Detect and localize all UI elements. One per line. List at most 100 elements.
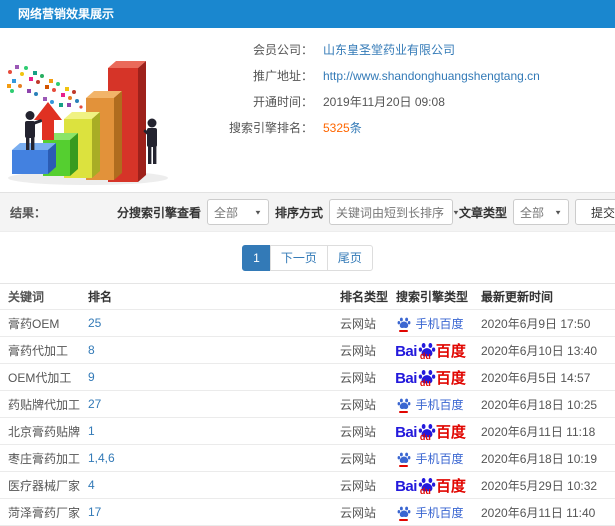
rank-cell: 9 bbox=[80, 370, 332, 384]
app-header: 网络营销效果展示 bbox=[0, 0, 615, 28]
next-page-button[interactable]: 下一页 bbox=[269, 245, 328, 271]
col-rank: 排名 bbox=[88, 290, 113, 304]
table-header-row: 关键词 排名 排名类型 搜索引擎类型 最新更新时间 bbox=[0, 283, 615, 310]
open-time-value: 2019年11月20日 09:08 bbox=[323, 95, 445, 109]
chevron-down-icon: ▼ bbox=[452, 208, 460, 216]
result-label: 结果： bbox=[10, 205, 47, 220]
engine-cell: 手机百度 bbox=[388, 450, 473, 467]
table-row: 医疗器械厂家 4 云网站 Bai du 百度 2020年5月29日 10:32 bbox=[0, 472, 615, 499]
info-row-rank-count: 搜索引擎排名： 5325条 bbox=[195, 120, 540, 137]
rank-count-value: 5325条 bbox=[323, 120, 362, 137]
engine-cell: 手机百度 bbox=[388, 504, 473, 521]
rank-link[interactable]: 4 bbox=[88, 478, 95, 492]
keyword-cell: 膏药代加工 bbox=[8, 343, 69, 358]
keyword-cell: 枣庄膏药加工 bbox=[8, 451, 81, 466]
updated-cell: 2020年6月10日 13:40 bbox=[481, 343, 598, 358]
info-row-open-time: 开通时间： 2019年11月20日 09:08 bbox=[195, 94, 540, 111]
table-row: 膏药OEM 25 云网站 手机百度 2020年6月9日 17:50 bbox=[0, 310, 615, 337]
updated-cell: 2020年6月11日 11:40 bbox=[481, 505, 596, 520]
rank-link[interactable]: 17 bbox=[88, 505, 101, 519]
promo-url-label: 推广地址： bbox=[252, 69, 313, 83]
engine-filter-select[interactable]: 全部 ▼ bbox=[206, 199, 269, 225]
rank-type-cell: 云网站 bbox=[340, 343, 377, 358]
rank-type-cell: 云网站 bbox=[340, 505, 377, 520]
keyword-cell: 北京膏药贴牌 bbox=[8, 424, 81, 439]
engine-cell: 手机百度 bbox=[388, 396, 473, 413]
rank-count-label: 搜索引擎排名： bbox=[228, 121, 313, 135]
rank-type-cell: 云网站 bbox=[340, 451, 377, 466]
keyword-cell: 菏泽膏药厂家 bbox=[8, 505, 81, 520]
rank-cell: 17 bbox=[80, 505, 332, 519]
rank-link[interactable]: 25 bbox=[88, 316, 101, 330]
baidu-logo: Bai du 百度 bbox=[395, 370, 466, 388]
chevron-down-icon: ▼ bbox=[554, 208, 562, 216]
table-row: OEM代加工 9 云网站 Bai du 百度 2020年6月5日 14:57 bbox=[0, 364, 615, 391]
baidu-paw-icon bbox=[398, 317, 411, 328]
company-link[interactable]: 山东皇圣堂药业有限公司 bbox=[323, 42, 455, 59]
rank-type-cell: 云网站 bbox=[340, 316, 377, 331]
updated-cell: 2020年6月18日 10:19 bbox=[481, 451, 598, 466]
rank-count-number: 5325 bbox=[323, 121, 350, 135]
updated-cell: 2020年6月11日 11:18 bbox=[481, 424, 596, 439]
rank-cell: 4 bbox=[80, 478, 332, 492]
results-table: 关键词 排名 排名类型 搜索引擎类型 最新更新时间 膏药OEM 25 云网站 手… bbox=[0, 283, 615, 526]
baidu-logo: Bai du 百度 bbox=[395, 343, 466, 361]
article-type-select[interactable]: 全部 ▼ bbox=[513, 199, 569, 225]
engine-filter-value: 全部 bbox=[213, 205, 238, 220]
open-time-label: 开通时间： bbox=[252, 95, 313, 109]
engine-cell: Bai du 百度 bbox=[388, 422, 473, 442]
updated-cell: 2020年6月5日 14:57 bbox=[481, 370, 591, 385]
rank-type-cell: 云网站 bbox=[340, 370, 377, 385]
table-row: 膏药代加工 8 云网站 Bai du 百度 2020年6月10日 13:40 bbox=[0, 337, 615, 364]
rank-cell: 1,4,6 bbox=[80, 451, 332, 465]
rank-type-cell: 云网站 bbox=[340, 397, 377, 412]
baidu-paw-icon bbox=[398, 398, 411, 409]
rank-cell: 1 bbox=[80, 424, 332, 438]
updated-cell: 2020年6月9日 17:50 bbox=[481, 316, 591, 331]
article-type-label: 文章类型 bbox=[458, 205, 507, 220]
table-row: 菏泽膏药厂家 17 云网站 手机百度 2020年6月11日 11:40 bbox=[0, 499, 615, 526]
rank-type-cell: 云网站 bbox=[340, 478, 377, 493]
col-updated: 最新更新时间 bbox=[481, 290, 554, 304]
sort-select[interactable]: 关键词由短到长排序 ▼ bbox=[328, 199, 460, 225]
rank-count-suffix: 条 bbox=[349, 121, 362, 135]
submit-button[interactable]: 提交 bbox=[575, 199, 615, 225]
rank-link[interactable]: 1 bbox=[88, 424, 95, 438]
info-section: 会员公司： 山东皇圣堂药业有限公司 推广地址： http://www.shand… bbox=[0, 28, 615, 192]
promo-url-link[interactable]: http://www.shandonghuangshengtang.cn bbox=[323, 68, 540, 85]
rank-link[interactable]: 27 bbox=[88, 397, 101, 411]
table-row: 药贴牌代加工 27 云网站 手机百度 2020年6月18日 10:25 bbox=[0, 391, 615, 418]
updated-cell: 2020年5月29日 10:32 bbox=[481, 478, 598, 493]
col-rank-type: 排名类型 bbox=[340, 290, 389, 304]
rank-cell: 25 bbox=[80, 316, 332, 330]
baidu-logo: Bai du 百度 bbox=[395, 424, 466, 442]
article-type-value: 全部 bbox=[520, 205, 545, 220]
rank-link[interactable]: 9 bbox=[88, 370, 95, 384]
mobile-baidu-logo: 手机百度 bbox=[397, 450, 464, 467]
engine-filter-label: 分搜索引擎查看 bbox=[116, 205, 201, 220]
engine-cell: Bai du 百度 bbox=[388, 476, 473, 496]
sort-value: 关键词由短到长排序 bbox=[335, 205, 444, 220]
baidu-logo: Bai du 百度 bbox=[395, 478, 466, 496]
table-row: 北京膏药贴牌 1 云网站 Bai du 百度 2020年6月11日 11:18 bbox=[0, 418, 615, 445]
rank-cell: 27 bbox=[80, 397, 332, 411]
page-1-button[interactable]: 1 bbox=[242, 245, 271, 271]
engine-cell: 手机百度 bbox=[388, 315, 473, 332]
rank-link[interactable]: 8 bbox=[88, 343, 95, 357]
filter-controls: 分搜索引擎查看 全部 ▼ 排序方式 关键词由短到长排序 ▼ 文章类型 全部 ▼ … bbox=[117, 199, 615, 225]
keyword-cell: 医疗器械厂家 bbox=[8, 478, 81, 493]
table-body: 膏药OEM 25 云网站 手机百度 2020年6月9日 17:50 膏药代加工 … bbox=[0, 310, 615, 526]
last-page-button[interactable]: 尾页 bbox=[326, 245, 373, 271]
rank-type-cell: 云网站 bbox=[340, 424, 377, 439]
chevron-down-icon: ▼ bbox=[254, 208, 262, 216]
keyword-cell: 膏药OEM bbox=[8, 316, 60, 331]
filter-bar: 结果： 分搜索引擎查看 全部 ▼ 排序方式 关键词由短到长排序 ▼ 文章类型 全… bbox=[0, 192, 615, 232]
rank-link[interactable]: 1,4,6 bbox=[88, 451, 115, 465]
mobile-baidu-logo: 手机百度 bbox=[397, 504, 464, 521]
sort-label: 排序方式 bbox=[274, 205, 323, 220]
confetti bbox=[7, 65, 83, 109]
pagination: 1 下一页 尾页 bbox=[0, 232, 615, 283]
mobile-baidu-logo: 手机百度 bbox=[397, 396, 464, 413]
table-row: 枣庄膏药加工 1,4,6 云网站 手机百度 2020年6月18日 10:19 bbox=[0, 445, 615, 472]
updated-cell: 2020年6月18日 10:25 bbox=[481, 397, 598, 412]
